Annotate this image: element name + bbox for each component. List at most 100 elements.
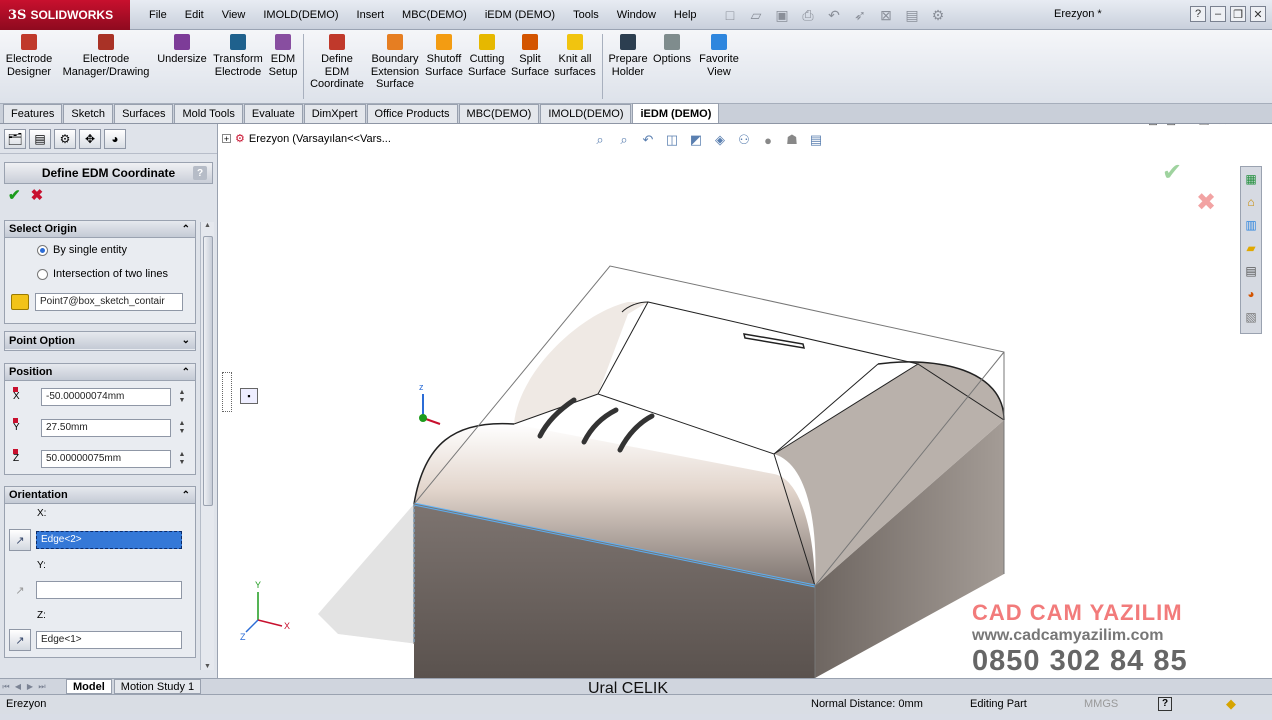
restore-button[interactable]: ❐ <box>1230 6 1246 22</box>
scrollbar-thumb[interactable] <box>203 236 213 506</box>
help-icon[interactable]: ? <box>193 166 207 180</box>
orientation-y-field[interactable] <box>36 581 182 599</box>
ribbon-transform-electrode-button[interactable]: Transform Electrode <box>210 30 266 103</box>
minimize-button[interactable]: – <box>1210 6 1226 22</box>
menu-iedm[interactable]: iEDM (DEMO) <box>476 9 564 21</box>
tab-mold-tools[interactable]: Mold Tools <box>174 104 243 123</box>
status-units[interactable]: MMGS <box>1084 698 1118 710</box>
tab-iedm-demo[interactable]: iEDM (DEMO) <box>632 103 720 123</box>
tab-surfaces[interactable]: Surfaces <box>114 104 174 123</box>
tab-motion-study[interactable]: Motion Study 1 <box>113 679 202 694</box>
origin-entity-field[interactable]: Point7@box_sketch_contair <box>35 293 183 311</box>
y-value-input[interactable]: 27.50mm <box>41 418 171 437</box>
ribbon-undersize-button[interactable]: Undersize <box>154 30 210 103</box>
point-option-header[interactable]: Point Option ⌄ <box>5 332 195 349</box>
menu-mbc[interactable]: MBC(DEMO) <box>393 9 476 21</box>
model-geometry[interactable]: z Y X Z <box>218 124 1272 678</box>
display-manager-tab-icon[interactable]: ◕ <box>104 128 126 149</box>
radio-dot[interactable] <box>37 244 48 256</box>
ok-icon[interactable]: ✔ <box>8 186 21 204</box>
ribbon-favorite-view-button[interactable]: Favorite View <box>694 30 744 103</box>
featuremanager-tab-icon[interactable]: 🗂 <box>4 128 26 149</box>
ribbon-prepare-holder-button[interactable]: Prepare Holder <box>606 30 650 103</box>
menu-file[interactable]: File <box>140 9 176 21</box>
radio-dot[interactable] <box>37 268 48 280</box>
tab-features[interactable]: Features <box>3 104 63 123</box>
new-document-icon[interactable]: □ <box>720 5 740 25</box>
collapse-icon[interactable]: ⌃ <box>182 224 190 235</box>
radio-single-entity[interactable]: By single entity <box>5 238 195 262</box>
print-icon[interactable]: ⎙ <box>798 5 818 25</box>
ribbon-electrode-designer-button[interactable]: Electrode Designer <box>0 30 58 103</box>
file-properties-icon[interactable]: ▤ <box>902 5 922 25</box>
orientation-x-field[interactable]: Edge<2> <box>36 531 182 549</box>
tab-dimxpert[interactable]: DimXpert <box>303 104 366 123</box>
tab-mbc-demo[interactable]: MBC(DEMO) <box>458 104 540 123</box>
design-library-icon[interactable]: ▥ <box>1242 215 1260 235</box>
reverse-direction-z-icon[interactable]: ↗ <box>9 629 31 651</box>
options-gear-icon[interactable]: ⚙ <box>928 5 948 25</box>
save-icon[interactable]: ▣ <box>772 5 792 25</box>
orientation-z-field[interactable]: Edge<1> <box>36 631 182 649</box>
undo-icon[interactable]: ↶ <box>824 5 844 25</box>
ribbon-split-surface-button[interactable]: Split Surface <box>509 30 551 103</box>
appearances-icon[interactable]: ◕ <box>1242 284 1260 304</box>
tab-imold-demo[interactable]: IMOLD(DEMO) <box>540 104 632 123</box>
home-icon[interactable]: ⌂ <box>1242 192 1260 212</box>
menu-insert[interactable]: Insert <box>348 9 394 21</box>
open-document-icon[interactable]: ▱ <box>746 5 766 25</box>
reverse-direction-x-icon[interactable]: ↗ <box>9 529 31 551</box>
scroll-up-icon[interactable]: ▲ <box>201 222 214 229</box>
menu-tools[interactable]: Tools <box>564 9 608 21</box>
collapse-icon[interactable]: ⌃ <box>182 490 190 501</box>
ribbon-boundary-extension-button[interactable]: Boundary Extension Surface <box>367 30 423 103</box>
propertymanager-tab-icon[interactable]: ▤ <box>29 128 51 149</box>
menu-window[interactable]: Window <box>608 9 665 21</box>
next-tab-icon[interactable]: ▶ <box>24 681 36 693</box>
ribbon-options-button[interactable]: Options <box>650 30 694 103</box>
solidworks-resources-icon[interactable]: ▦ <box>1242 169 1260 189</box>
configurationmanager-tab-icon[interactable]: ⚙ <box>54 128 76 149</box>
graphics-viewport[interactable]: + ⚙ Erezyon (Varsayılan<<Vars... ⌕ ⌕ ↶ ◫… <box>218 124 1272 678</box>
tab-sketch[interactable]: Sketch <box>63 104 114 123</box>
custom-properties-icon[interactable]: ▧ <box>1242 307 1260 327</box>
orientation-header[interactable]: Orientation ⌃ <box>5 487 195 504</box>
panel-scrollbar[interactable]: ▲ ▼ <box>200 222 214 670</box>
close-button[interactable]: ✕ <box>1250 6 1266 22</box>
view-palette-icon[interactable]: ▤ <box>1242 261 1260 281</box>
expand-icon[interactable]: ⌄ <box>182 335 190 346</box>
panel-splitter-handle[interactable] <box>222 372 232 412</box>
ribbon-define-edm-coordinate-button[interactable]: Define EDM Coordinate <box>307 30 367 103</box>
y-spinner-icon[interactable]: ▲ ▼ <box>177 420 187 436</box>
rebuild-status-icon[interactable]: ◆ <box>1226 696 1236 712</box>
ribbon-edm-setup-button[interactable]: EDM Setup <box>266 30 300 103</box>
z-spinner-icon[interactable]: ▲ ▼ <box>177 451 187 467</box>
last-tab-icon[interactable]: ⏭ <box>36 681 48 693</box>
z-value-input[interactable]: 50.00000075mm <box>41 449 171 468</box>
cancel-icon[interactable]: ✖ <box>31 186 44 204</box>
scroll-down-icon[interactable]: ▼ <box>201 663 214 670</box>
select-origin-header[interactable]: Select Origin ⌃ <box>5 221 195 238</box>
help-icon[interactable]: ? <box>1190 6 1206 22</box>
menu-imold[interactable]: IMOLD(DEMO) <box>254 9 347 21</box>
dimxpert-tab-icon[interactable]: ✥ <box>79 128 101 149</box>
help-icon[interactable]: ? <box>1158 697 1172 711</box>
radio-two-lines[interactable]: Intersection of two lines <box>5 262 195 286</box>
first-tab-icon[interactable]: ⏮ <box>0 681 12 693</box>
tab-model[interactable]: Model <box>66 679 112 694</box>
ribbon-electrode-manager-button[interactable]: Electrode Manager/Drawing <box>58 30 154 103</box>
reverse-direction-y-icon[interactable]: ↗ <box>9 579 31 601</box>
rebuild-icon[interactable]: ⊠ <box>876 5 896 25</box>
menu-view[interactable]: View <box>213 9 255 21</box>
collapse-icon[interactable]: ⌃ <box>182 367 190 378</box>
position-header[interactable]: Position ⌃ <box>5 364 195 381</box>
menu-help[interactable]: Help <box>665 9 706 21</box>
tab-evaluate[interactable]: Evaluate <box>243 104 303 123</box>
ribbon-knit-surfaces-button[interactable]: Knit all surfaces <box>551 30 599 103</box>
ribbon-cutting-surface-button[interactable]: Cutting Surface <box>465 30 509 103</box>
menu-edit[interactable]: Edit <box>176 9 213 21</box>
ribbon-shutoff-surface-button[interactable]: Shutoff Surface <box>423 30 465 103</box>
prev-tab-icon[interactable]: ◀ <box>12 681 24 693</box>
tab-office-products[interactable]: Office Products <box>366 104 458 123</box>
select-icon[interactable]: ➶ <box>850 5 870 25</box>
